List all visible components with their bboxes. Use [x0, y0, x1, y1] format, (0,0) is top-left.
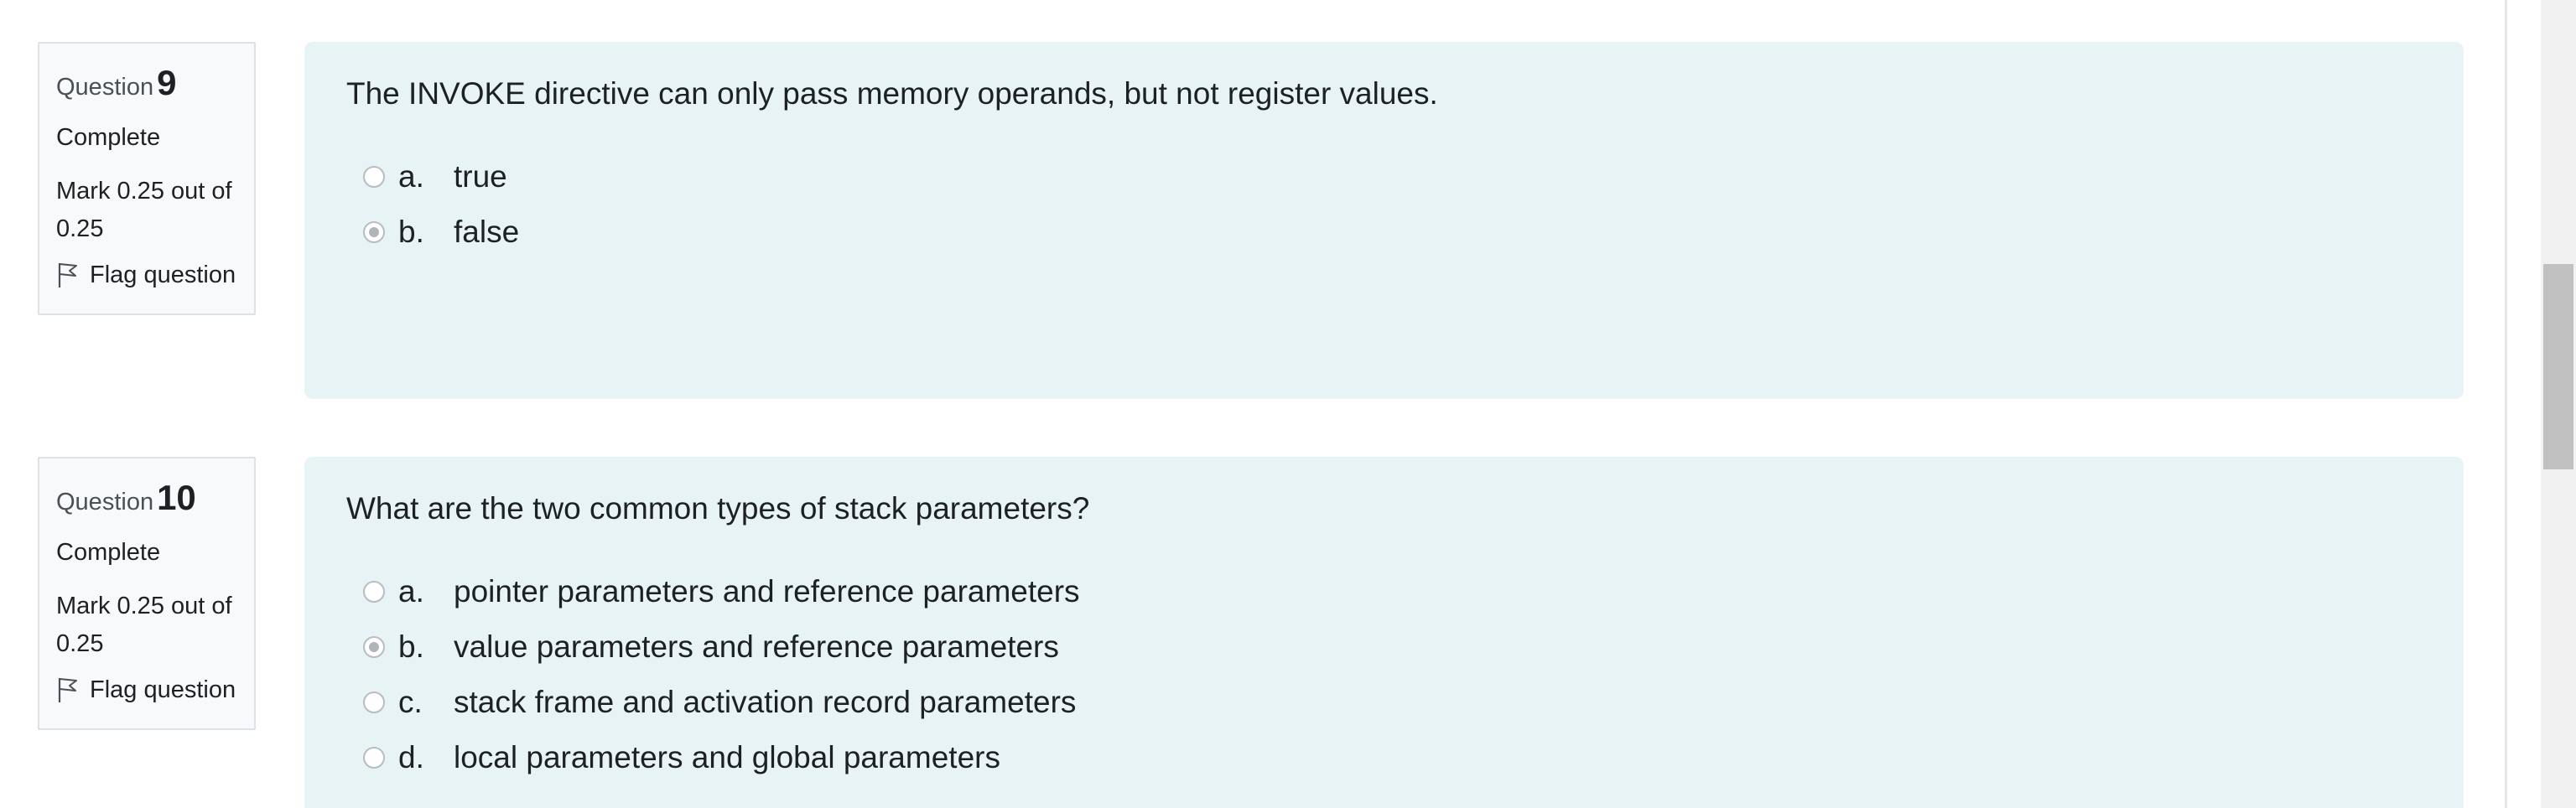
answer-radio[interactable]	[363, 166, 385, 189]
answer-text: pointer parameters and reference paramet…	[454, 574, 1080, 609]
question-info-panel: Question9 Complete Mark 0.25 out of 0.25…	[38, 42, 256, 315]
answer-text: value parameters and reference parameter…	[454, 629, 1059, 665]
question-content: The INVOKE directive can only pass memor…	[304, 42, 2464, 399]
answer-option-a[interactable]: a. true	[346, 149, 2422, 205]
question-text: The INVOKE directive can only pass memor…	[346, 76, 1438, 111]
answer-option-a[interactable]: a. pointer parameters and reference para…	[346, 564, 2422, 619]
question-grade: Mark 0.25 out of 0.25	[56, 588, 237, 663]
question-label: Question	[56, 489, 154, 515]
flag-question-label: Flag question	[90, 261, 236, 288]
question-info-panel: Question10 Complete Mark 0.25 out of 0.2…	[38, 457, 256, 730]
answer-letter: d.	[398, 740, 424, 775]
answer-list: a. true b. false	[346, 149, 2422, 260]
question-content: What are the two common types of stack p…	[304, 457, 2464, 808]
flag-icon	[58, 678, 77, 703]
vertical-scrollbar[interactable]	[2541, 0, 2576, 808]
answer-text: true	[454, 159, 507, 194]
scrollbar-thumb[interactable]	[2543, 264, 2573, 469]
grade-line-1: Mark 0.25 out of	[56, 592, 232, 619]
answer-radio-selected[interactable]	[363, 636, 385, 659]
flag-icon	[58, 263, 77, 288]
question-state: Complete	[56, 124, 161, 151]
question-number: Question9	[56, 65, 237, 101]
question-text: What are the two common types of stack p…	[346, 491, 1090, 526]
answer-letter: b.	[398, 629, 424, 665]
answer-option-b[interactable]: b. false	[346, 205, 2422, 260]
answer-list: a. pointer parameters and reference para…	[346, 564, 2422, 785]
flag-question-label: Flag question	[90, 676, 236, 703]
answer-radio[interactable]	[363, 747, 385, 769]
answer-text: false	[454, 215, 520, 250]
grade-line-2: 0.25	[56, 629, 104, 657]
question-state: Complete	[56, 539, 161, 566]
answer-text: local parameters and global parameters	[454, 740, 1000, 775]
grade-line-2: 0.25	[56, 215, 104, 242]
quiz-review-page: Question9 Complete Mark 0.25 out of 0.25…	[0, 0, 2576, 808]
answer-letter: c.	[398, 685, 423, 720]
answer-letter: b.	[398, 215, 424, 250]
content-divider	[2505, 0, 2507, 808]
answer-radio-selected[interactable]	[363, 221, 385, 244]
answer-letter: a.	[398, 574, 424, 609]
answer-text: stack frame and activation record parame…	[454, 685, 1077, 720]
answer-option-b[interactable]: b. value parameters and reference parame…	[346, 619, 2422, 675]
answer-radio[interactable]	[363, 581, 385, 603]
answer-letter: a.	[398, 159, 424, 194]
grade-line-1: Mark 0.25 out of	[56, 177, 232, 205]
question-grade: Mark 0.25 out of 0.25	[56, 173, 237, 248]
question-number-value: 9	[157, 63, 177, 102]
question-label: Question	[56, 74, 154, 101]
answer-option-d[interactable]: d. local parameters and global parameter…	[346, 730, 2422, 785]
question-number: Question10	[56, 480, 237, 515]
answer-radio[interactable]	[363, 691, 385, 714]
question-number-value: 10	[157, 478, 196, 517]
flag-question-button[interactable]: Flag question	[56, 262, 237, 289]
flag-question-button[interactable]: Flag question	[56, 676, 237, 704]
answer-option-c[interactable]: c. stack frame and activation record par…	[346, 675, 2422, 730]
